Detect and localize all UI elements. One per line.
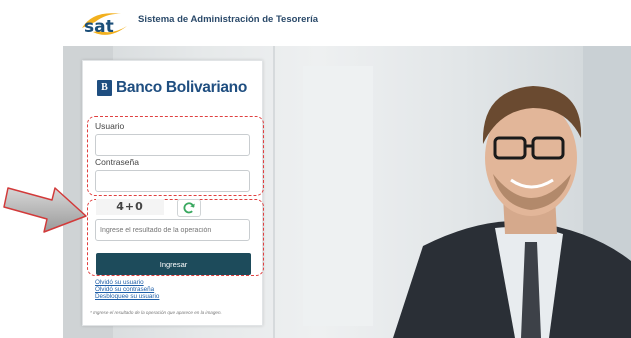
unlock-user-link[interactable]: Desbloquee su usuario <box>95 293 159 300</box>
captcha-footnote: * Ingrese el resultado de la operación q… <box>90 310 222 315</box>
forgot-password-link[interactable]: Olvidó su contraseña <box>95 286 154 293</box>
sat-logo: sat <box>82 13 127 37</box>
forgot-username-link[interactable]: Olvidó su usuario <box>95 279 144 286</box>
captcha-image: 4+0 <box>96 199 164 215</box>
password-input[interactable] <box>95 170 250 192</box>
refresh-captcha-button[interactable] <box>177 199 201 217</box>
header: sat Sistema de Administración de Tesorer… <box>0 0 631 46</box>
username-label: Usuario <box>95 121 125 131</box>
app-title: Sistema de Administración de Tesorería <box>138 14 319 25</box>
captcha-input[interactable] <box>95 219 250 241</box>
bank-name: Banco Bolivariano <box>116 79 247 96</box>
refresh-icon <box>183 202 195 214</box>
password-label: Contraseña <box>95 157 139 167</box>
arrow-right-icon <box>3 187 87 233</box>
bank-mark: B <box>97 80 112 96</box>
svg-text:sat: sat <box>84 17 114 37</box>
bank-logo: B Banco Bolivariano <box>97 77 247 99</box>
username-input[interactable] <box>95 134 250 156</box>
submit-button[interactable]: Ingresar <box>96 253 251 275</box>
